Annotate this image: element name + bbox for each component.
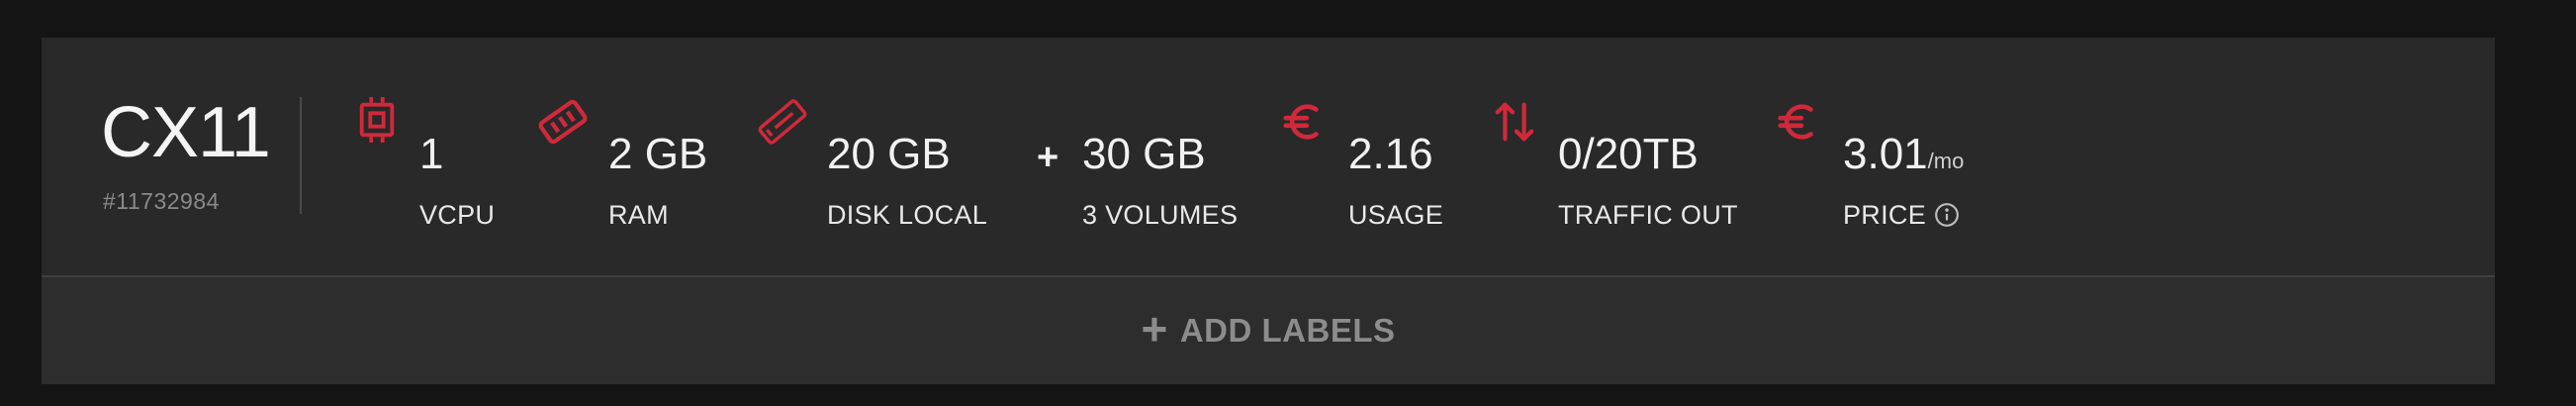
ram-label: RAM xyxy=(608,200,669,230)
usage-label: USAGE xyxy=(1348,200,1444,230)
vcpu-value: 1 xyxy=(419,130,444,178)
disk-label: DISK LOCAL xyxy=(827,200,988,230)
volumes-plus-separator: + xyxy=(1037,137,1059,178)
vcpu-label: VCPU xyxy=(419,200,496,230)
ram-value: 2 GB xyxy=(608,130,708,178)
server-id: #11732984 xyxy=(103,188,220,214)
server-summary: CX11 #11732984 1 VCPU 2 GB RAM 20 GB DIS… xyxy=(42,38,2495,275)
price-label: PRICE xyxy=(1843,202,1960,229)
traffic-label: TRAFFIC OUT xyxy=(1558,200,1738,230)
info-icon[interactable] xyxy=(1934,202,1960,228)
price-value: 3.01/mo xyxy=(1843,133,1964,176)
price-label-text: PRICE xyxy=(1843,200,1927,230)
disk-value: 20 GB xyxy=(827,130,951,178)
price-unit: /mo xyxy=(1927,149,1965,173)
ram-icon xyxy=(538,99,588,145)
euro-icon xyxy=(1280,99,1326,145)
cpu-icon xyxy=(354,95,400,145)
add-labels-button[interactable]: + ADD LABELS xyxy=(42,277,2495,384)
plus-icon: + xyxy=(1141,303,1168,355)
disk-icon xyxy=(758,97,807,147)
server-name[interactable]: CX11 xyxy=(101,97,271,168)
euro-icon xyxy=(1775,99,1820,145)
server-card: CX11 #11732984 1 VCPU 2 GB RAM 20 GB DIS… xyxy=(42,38,2495,384)
volumes-value: 30 GB xyxy=(1082,130,1206,178)
vertical-divider xyxy=(300,97,302,214)
usage-value: 2.16 xyxy=(1348,130,1433,178)
traffic-value: 0/20TB xyxy=(1558,130,1699,178)
add-labels-content: + ADD LABELS xyxy=(1141,306,1396,352)
price-amount: 3.01 xyxy=(1843,130,1928,178)
add-labels-label: ADD LABELS xyxy=(1179,312,1396,349)
traffic-arrows-icon xyxy=(1492,99,1537,145)
volumes-label[interactable]: 3 VOLUMES xyxy=(1082,202,1238,229)
